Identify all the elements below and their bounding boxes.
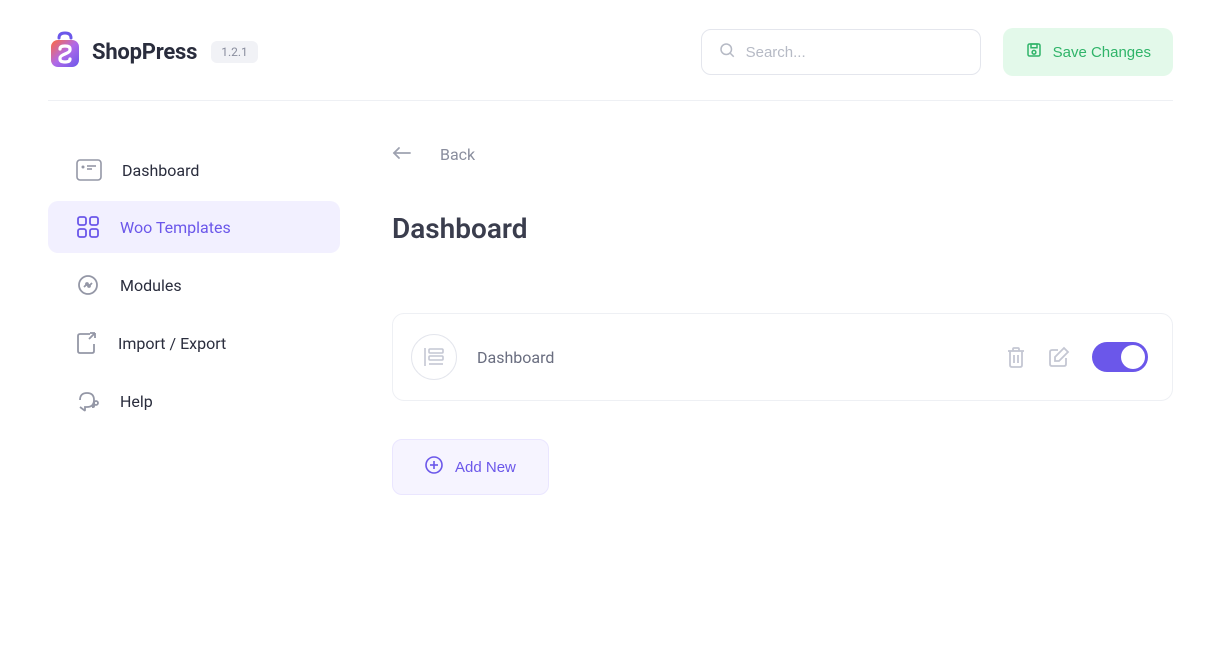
brand-name: ShopPress <box>92 40 197 65</box>
logo-icon <box>48 31 82 73</box>
sidebar-item-label: Dashboard <box>122 161 199 180</box>
sidebar-item-dashboard[interactable]: Dashboard <box>48 145 340 195</box>
modules-icon <box>76 273 100 297</box>
help-icon <box>76 389 100 413</box>
add-new-label: Add New <box>455 459 516 476</box>
sidebar-item-label: Help <box>120 392 153 411</box>
sidebar: Dashboard Woo Templates <box>48 145 340 495</box>
search-icon <box>718 41 736 63</box>
search-box[interactable] <box>701 29 981 75</box>
import-export-icon <box>76 331 98 355</box>
page-title: Dashboard <box>392 212 1173 245</box>
header: ShopPress 1.2.1 <box>48 0 1173 101</box>
sidebar-item-label: Woo Templates <box>120 218 231 237</box>
delete-button[interactable] <box>1006 346 1026 368</box>
sidebar-item-woo-templates[interactable]: Woo Templates <box>48 201 340 253</box>
sidebar-item-help[interactable]: Help <box>48 375 340 427</box>
template-name: Dashboard <box>477 348 554 367</box>
sidebar-item-import-export[interactable]: Import / Export <box>48 317 340 369</box>
arrow-left-icon <box>392 145 412 164</box>
back-label: Back <box>440 145 475 164</box>
dashboard-icon <box>76 159 102 181</box>
template-type-icon <box>411 334 457 380</box>
search-input[interactable] <box>746 44 964 61</box>
save-icon <box>1025 41 1043 63</box>
save-button-label: Save Changes <box>1053 44 1151 61</box>
brand: ShopPress 1.2.1 <box>48 31 258 73</box>
templates-icon <box>76 215 100 239</box>
back-link[interactable]: Back <box>392 145 475 212</box>
template-toggle[interactable] <box>1092 342 1148 372</box>
add-new-button[interactable]: Add New <box>392 439 549 495</box>
sidebar-item-label: Modules <box>120 276 182 295</box>
sidebar-item-label: Import / Export <box>118 334 226 353</box>
main-content: Back Dashboard Dashboard <box>340 145 1173 495</box>
version-badge: 1.2.1 <box>211 41 258 63</box>
save-changes-button[interactable]: Save Changes <box>1003 28 1173 76</box>
sidebar-item-modules[interactable]: Modules <box>48 259 340 311</box>
edit-button[interactable] <box>1048 346 1070 368</box>
plus-circle-icon <box>425 456 443 478</box>
template-card: Dashboard <box>392 313 1173 401</box>
